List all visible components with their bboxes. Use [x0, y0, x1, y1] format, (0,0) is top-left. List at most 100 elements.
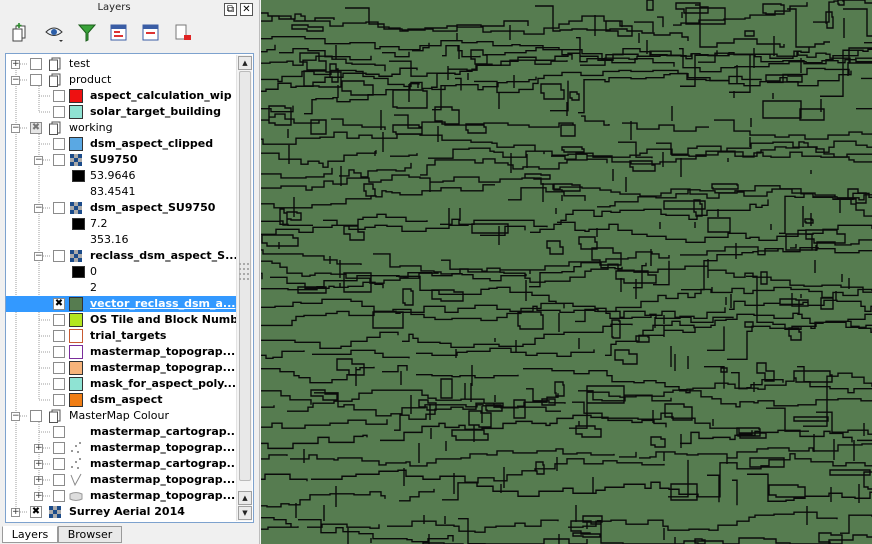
layer-label: aspect_calculation_wip — [90, 89, 232, 102]
close-panel-button[interactable]: ✕ — [240, 3, 253, 16]
layer-label: SU9750 — [90, 153, 138, 166]
layer-row[interactable]: + mastermap_topograp... — [6, 472, 238, 488]
visibility-checkbox[interactable] — [30, 410, 42, 422]
layer-row[interactable]: ✖ vector_reclass_dsm_a... — [6, 296, 238, 312]
layer-row[interactable]: 2 — [6, 280, 238, 296]
visibility-checkbox[interactable] — [53, 314, 65, 326]
tree-scrollbar[interactable]: ▲ ▲ ▼ — [236, 55, 252, 521]
float-panel-button[interactable]: ⧉ — [224, 3, 237, 16]
layer-group-icon — [49, 121, 61, 135]
expand-toggle[interactable]: − — [11, 76, 20, 85]
layer-label: solar_target_building — [90, 105, 222, 118]
layer-row[interactable]: 353.16 — [6, 232, 238, 248]
symbol-swatch — [69, 345, 83, 359]
visibility-checkbox[interactable] — [53, 138, 65, 150]
expand-toggle[interactable]: − — [11, 124, 20, 133]
visibility-eye-icon[interactable] — [44, 22, 66, 44]
layer-row[interactable]: dsm_aspect_clipped — [6, 136, 238, 152]
visibility-checkbox[interactable] — [53, 90, 65, 102]
symbol-swatch — [69, 361, 83, 375]
symbol-swatch — [69, 393, 83, 407]
visibility-checkbox[interactable] — [30, 58, 42, 70]
expand-all-icon[interactable] — [108, 22, 130, 44]
layer-row[interactable]: + test — [6, 56, 238, 72]
visibility-checkbox[interactable] — [53, 474, 65, 486]
layer-row[interactable]: 7.2 — [6, 216, 238, 232]
expand-toggle[interactable]: + — [34, 444, 43, 453]
layer-label: mastermap_topograp... — [90, 345, 236, 358]
map-canvas[interactable] — [261, 0, 872, 544]
visibility-checkbox[interactable] — [53, 346, 65, 358]
layer-row[interactable]: dsm_aspect — [6, 392, 238, 408]
visibility-checkbox[interactable] — [53, 394, 65, 406]
layer-row[interactable]: − MasterMap Colour — [6, 408, 238, 424]
visibility-checkbox[interactable] — [53, 490, 65, 502]
expand-toggle[interactable]: − — [34, 204, 43, 213]
visibility-checkbox[interactable] — [53, 426, 65, 438]
layer-row[interactable]: − ✖ working — [6, 120, 238, 136]
layer-row[interactable]: mask_for_aspect_poly... — [6, 376, 238, 392]
layer-row[interactable]: 83.4541 — [6, 184, 238, 200]
visibility-checkbox[interactable] — [53, 250, 65, 262]
layer-label: mastermap_topograp... — [90, 473, 236, 486]
layers-panel: Layers ⧉ ✕ + test − product aspect_calcu… — [0, 0, 260, 544]
scroll-down-button[interactable]: ▼ — [238, 506, 252, 520]
layer-row[interactable]: + mastermap_topograp... — [6, 440, 238, 456]
symbol-swatch — [72, 218, 85, 230]
layer-row[interactable]: solar_target_building — [6, 104, 238, 120]
layer-row[interactable]: trial_targets — [6, 328, 238, 344]
layer-label: working — [69, 121, 113, 134]
tab-layers[interactable]: Layers — [2, 526, 58, 543]
expand-toggle[interactable]: − — [34, 156, 43, 165]
layer-label: 2 — [90, 281, 97, 294]
line-style-icon — [70, 473, 82, 487]
visibility-checkbox[interactable] — [53, 106, 65, 118]
layer-tree[interactable]: + test − product aspect_calculation_wipsolar… — [5, 53, 254, 523]
layer-row[interactable]: 0 — [6, 264, 238, 280]
visibility-checkbox[interactable] — [53, 378, 65, 390]
remove-layer-icon[interactable] — [172, 22, 194, 44]
layer-row[interactable]: mastermap_cartograp... — [6, 424, 239, 440]
layer-row[interactable]: − reclass_dsm_aspect_S... — [6, 248, 238, 264]
visibility-checkbox[interactable] — [53, 458, 65, 470]
layer-row[interactable]: mastermap_topograp... — [6, 360, 238, 376]
layer-row[interactable]: − SU9750 — [6, 152, 238, 168]
expand-toggle[interactable]: + — [11, 508, 20, 517]
scroll-down-arrow-button[interactable]: ▲ — [238, 491, 252, 505]
add-group-icon[interactable] — [10, 22, 32, 44]
layer-group-icon — [49, 73, 61, 87]
expand-toggle[interactable]: + — [34, 460, 43, 469]
visibility-checkbox[interactable] — [53, 442, 65, 454]
layer-row[interactable]: aspect_calculation_wip — [6, 88, 238, 104]
resize-grip-icon[interactable] — [238, 262, 250, 284]
layer-label: 7.2 — [90, 217, 108, 230]
visibility-checkbox[interactable] — [53, 154, 65, 166]
filter-legend-icon[interactable] — [76, 22, 98, 44]
visibility-checkbox[interactable] — [30, 74, 42, 86]
layer-row[interactable]: + mastermap_topograp... — [6, 488, 238, 504]
visibility-checkbox[interactable]: ✖ — [30, 122, 42, 134]
visibility-checkbox[interactable] — [53, 202, 65, 214]
layer-row[interactable]: − product — [6, 72, 238, 88]
layer-row[interactable]: + mastermap_cartograp... — [6, 456, 239, 472]
layer-label: mastermap_topograp... — [90, 361, 236, 374]
scroll-up-button[interactable]: ▲ — [238, 56, 252, 70]
collapse-all-icon[interactable] — [140, 22, 162, 44]
visibility-checkbox[interactable]: ✖ — [53, 298, 65, 310]
expand-toggle[interactable]: + — [11, 60, 20, 69]
expand-toggle[interactable]: − — [11, 412, 20, 421]
symbol-swatch — [69, 297, 83, 311]
expand-toggle[interactable]: + — [34, 492, 43, 501]
layer-row[interactable]: + ✖ Surrey Aerial 2014 — [6, 504, 238, 520]
tab-browser[interactable]: Browser — [58, 526, 122, 543]
layer-row[interactable]: OS Tile and Block Numb... — [6, 312, 251, 328]
expand-toggle[interactable]: − — [34, 252, 43, 261]
expand-toggle[interactable]: + — [34, 476, 43, 485]
layer-label: dsm_aspect_SU9750 — [90, 201, 216, 214]
visibility-checkbox[interactable]: ✖ — [30, 506, 42, 518]
visibility-checkbox[interactable] — [53, 362, 65, 374]
layer-row[interactable]: mastermap_topograp... — [6, 344, 238, 360]
visibility-checkbox[interactable] — [53, 330, 65, 342]
layer-row[interactable]: 53.9646 — [6, 168, 238, 184]
layer-row[interactable]: − dsm_aspect_SU9750 — [6, 200, 238, 216]
